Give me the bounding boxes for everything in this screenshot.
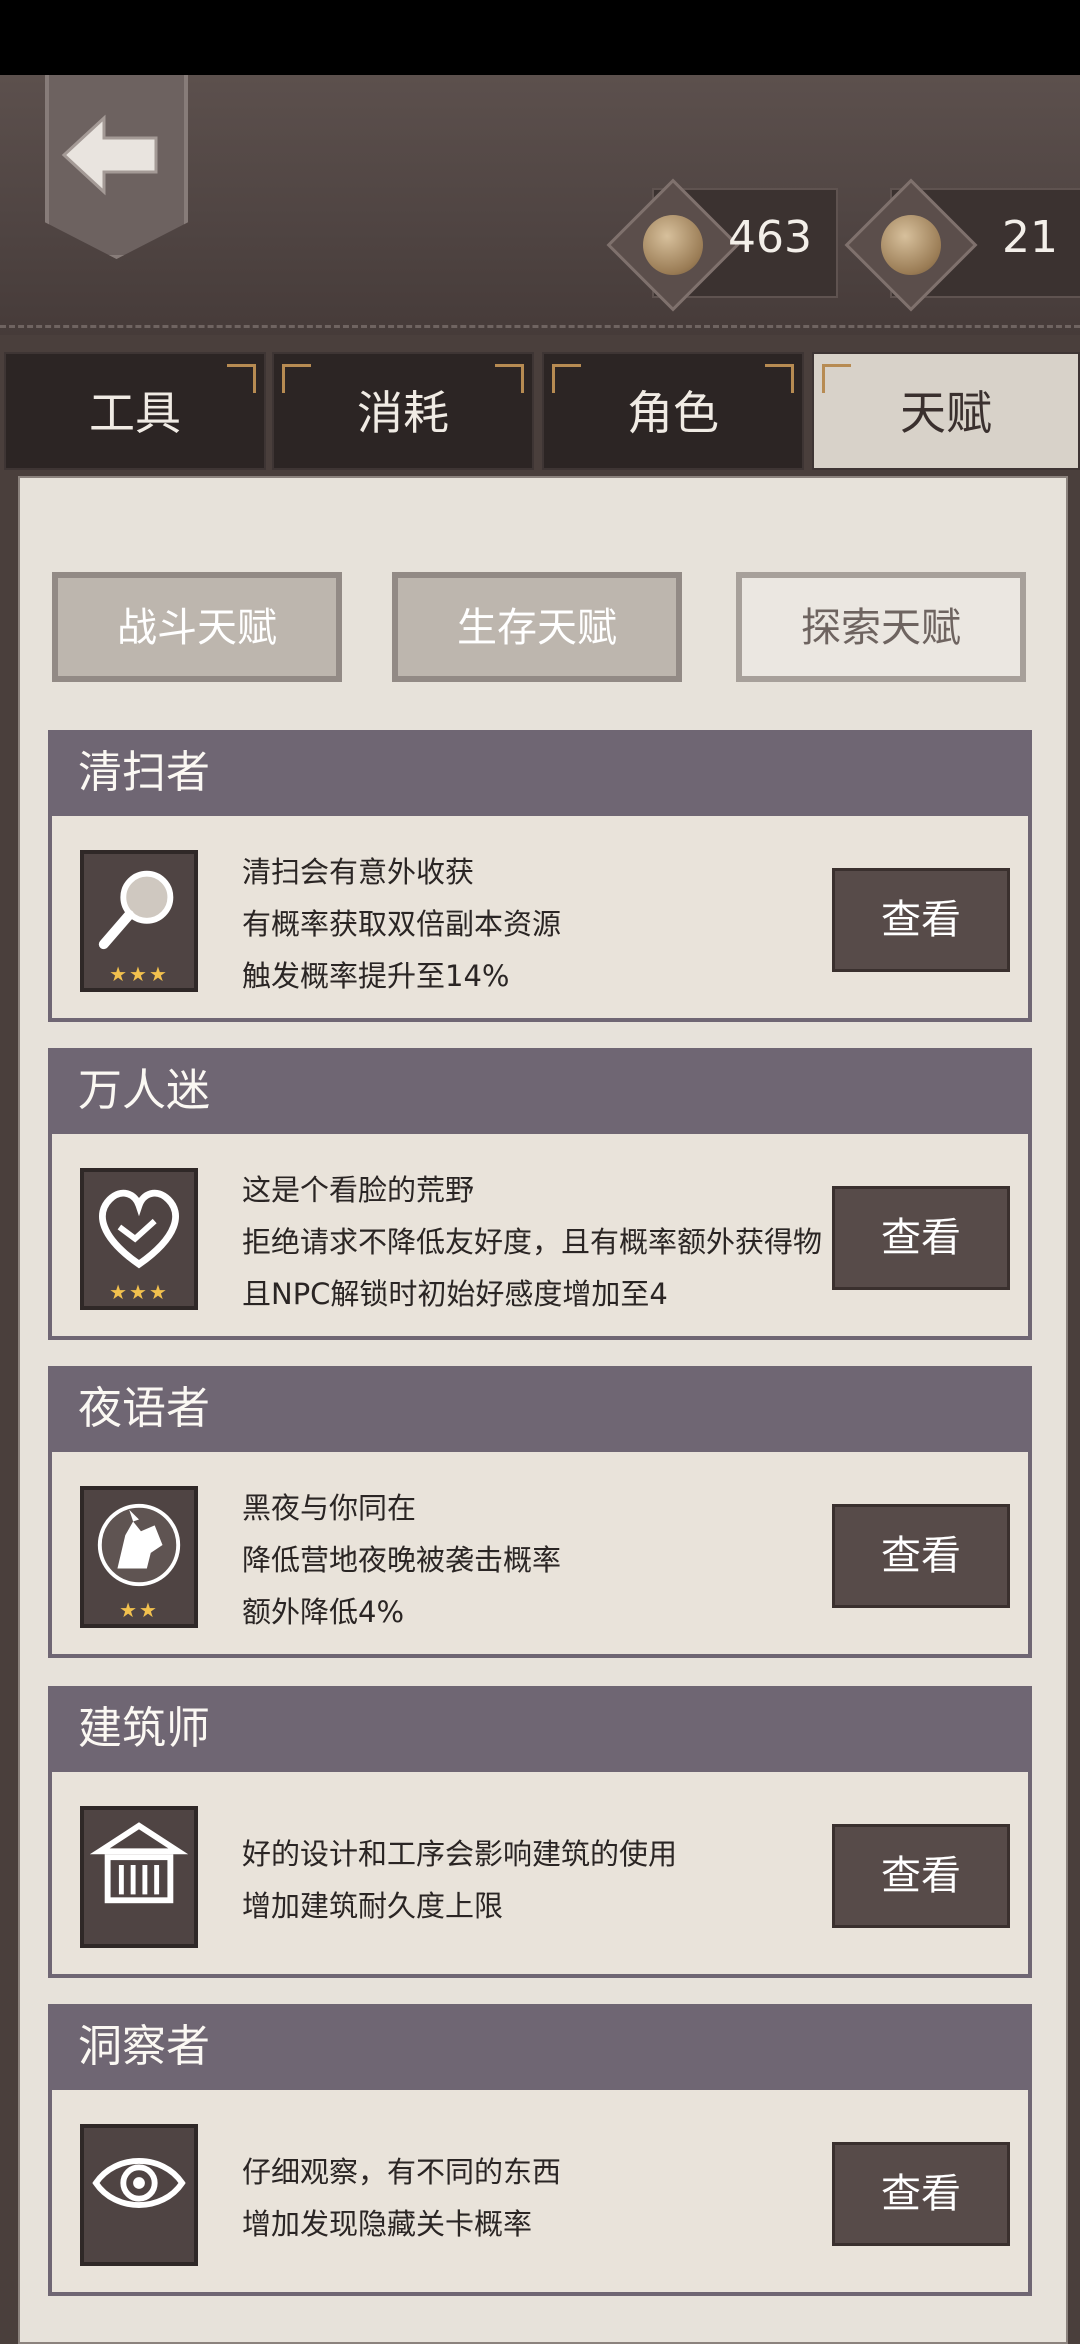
talent-title: 建筑师 (48, 1686, 1032, 1772)
talent-card: 夜语者 ★★ 黑夜与你同在 降低营地夜晚被袭击概率 额外降低4% 查看 (48, 1366, 1032, 1658)
tab-consumables[interactable]: 消耗 (272, 352, 534, 470)
view-button[interactable]: 查看 (832, 2142, 1010, 2246)
main-tab-bar: 工具 消耗 角色 天赋 (0, 352, 1080, 470)
talent-card: 清扫者 ★★★ 清扫会有意外收获 有概率获取双倍副本资源 触发概率提升至14% … (48, 730, 1032, 1022)
tab-characters[interactable]: 角色 (542, 352, 804, 470)
currency-value-2: 21 (1002, 212, 1058, 263)
talent-icon-frame (80, 1806, 198, 1948)
talent-description: 仔细观察，有不同的东西 增加发现隐藏关卡概率 (242, 2155, 562, 2241)
wolf-icon (97, 1503, 181, 1587)
subtab-survival[interactable]: 生存天赋 (392, 572, 682, 682)
subtab-exploration[interactable]: 探索天赋 (736, 572, 1026, 682)
talent-title: 夜语者 (48, 1366, 1032, 1452)
heart-handshake-icon (99, 1189, 179, 1269)
view-button[interactable]: 查看 (832, 868, 1010, 972)
view-button[interactable]: 查看 (832, 1504, 1010, 1608)
view-button[interactable]: 查看 (832, 1186, 1010, 1290)
talent-title: 万人迷 (48, 1048, 1032, 1134)
magnifier-icon (98, 870, 174, 950)
back-arrow-icon[interactable] (58, 110, 162, 200)
talent-description: 好的设计和工序会影响建筑的使用 增加建筑耐久度上限 (242, 1837, 678, 1923)
building-icon (90, 1822, 188, 1904)
talent-icon-frame: ★★★ (80, 1168, 198, 1310)
tab-talents[interactable]: 天赋 (812, 352, 1080, 470)
talent-card: 洞察者 仔细观察，有不同的东西 增加发现隐藏关卡概率 查看 (48, 2004, 1032, 2296)
talent-description: 这是个看脸的荒野 拒绝请求不降低友好度，且有概率额外获得物 且NPC解锁时初始好… (242, 1173, 823, 1311)
status-bar (0, 0, 1080, 75)
talent-title: 洞察者 (48, 2004, 1032, 2090)
currency-value-1: 463 (728, 212, 812, 263)
talent-card: 建筑师 好的设计和工序会影响建筑的使用 增加建筑耐久度上限 查看 (48, 1686, 1032, 1978)
star-rating: ★★★ (109, 962, 169, 986)
talent-icon-frame: ★★★ (80, 850, 198, 992)
star-rating: ★★ (119, 1598, 159, 1622)
tab-tools[interactable]: 工具 (4, 352, 266, 470)
view-button[interactable]: 查看 (832, 1824, 1010, 1928)
header-divider (0, 325, 1080, 328)
talent-icon-frame (80, 2124, 198, 2266)
eye-icon (92, 2158, 186, 2208)
talent-title: 清扫者 (48, 730, 1032, 816)
currency-counter-2: 21 (844, 178, 1080, 312)
talent-description: 清扫会有意外收获 有概率获取双倍副本资源 触发概率提升至14% (242, 855, 562, 993)
talent-icon-frame: ★★ (80, 1486, 198, 1628)
talent-description: 黑夜与你同在 降低营地夜晚被袭击概率 额外降低4% (242, 1491, 562, 1629)
talent-card: 万人迷 ★★★ 这是个看脸的荒野 拒绝请求不降低友好度，且有概率额外获得物 且N… (48, 1048, 1032, 1340)
currency-counter-1: 463 (606, 178, 838, 312)
star-rating: ★★★ (109, 1280, 169, 1304)
subtab-combat[interactable]: 战斗天赋 (52, 572, 342, 682)
